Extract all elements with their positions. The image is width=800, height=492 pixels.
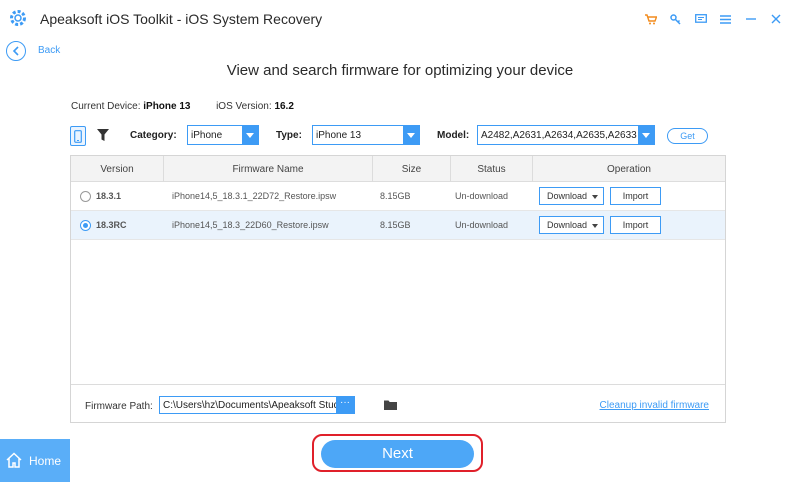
download-label: Download bbox=[547, 220, 588, 230]
row-status: Un-download bbox=[455, 220, 509, 230]
row-version: 18.3.1 bbox=[96, 191, 122, 201]
category-select[interactable]: iPhone bbox=[187, 125, 259, 145]
firmware-path-bar: Firmware Path: C:\Users\hz\Documents\Ape… bbox=[71, 384, 725, 422]
close-icon[interactable] bbox=[763, 10, 788, 28]
column-header-firmware-name: Firmware Name bbox=[232, 164, 304, 175]
ios-version-label: iOS Version: bbox=[216, 101, 272, 112]
chevron-left-icon bbox=[12, 46, 19, 56]
cleanup-invalid-firmware-link[interactable]: Cleanup invalid firmware bbox=[600, 400, 710, 411]
phone-view-button[interactable] bbox=[70, 126, 86, 146]
column-header-size: Size bbox=[401, 164, 422, 175]
home-button[interactable]: Home bbox=[0, 439, 70, 482]
model-label: Model: bbox=[437, 130, 470, 141]
download-button[interactable]: Download bbox=[539, 187, 604, 205]
title-bar: Apeaksoft iOS Toolkit - iOS System Recov… bbox=[0, 0, 800, 38]
download-label: Download bbox=[547, 191, 588, 201]
table-row[interactable]: 18.3.1 iPhone14,5_18.3.1_22D72_Restore.i… bbox=[71, 182, 725, 211]
browse-path-button[interactable]: ··· bbox=[336, 397, 354, 413]
app-gear-icon bbox=[10, 10, 26, 26]
home-icon bbox=[6, 452, 22, 468]
ios-version-value: 16.2 bbox=[274, 101, 294, 112]
back-button[interactable] bbox=[6, 41, 26, 61]
row-radio[interactable] bbox=[80, 220, 91, 231]
row-firmware-name: iPhone14,5_18.3.1_22D72_Restore.ipsw bbox=[172, 191, 337, 201]
window-title: Apeaksoft iOS Toolkit - iOS System Recov… bbox=[40, 11, 323, 27]
firmware-path-label: Firmware Path: bbox=[85, 401, 153, 412]
back-label[interactable]: Back bbox=[38, 45, 60, 56]
column-header-operation: Operation bbox=[607, 164, 651, 175]
current-device-label: Current Device: bbox=[71, 101, 141, 112]
row-radio[interactable] bbox=[80, 191, 91, 202]
model-select[interactable]: A2482,A2631,A2634,A2635,A2633 bbox=[477, 125, 655, 145]
page-title: View and search firmware for optimizing … bbox=[226, 62, 574, 79]
chevron-down-icon bbox=[403, 126, 419, 144]
row-size: 8.15GB bbox=[380, 191, 411, 201]
category-value: iPhone bbox=[191, 130, 223, 141]
firmware-path-value: C:\Users\hz\Documents\Apeaksoft Studio\A bbox=[163, 400, 355, 411]
import-button[interactable]: Import bbox=[610, 216, 661, 234]
chevron-down-icon bbox=[242, 126, 258, 144]
minimize-icon[interactable] bbox=[738, 10, 763, 28]
download-button[interactable]: Download bbox=[539, 216, 604, 234]
table-row[interactable]: 18.3RC iPhone14,5_18.3_22D60_Restore.ips… bbox=[71, 211, 725, 240]
import-button[interactable]: Import bbox=[610, 187, 661, 205]
phone-icon bbox=[74, 129, 82, 143]
folder-icon[interactable] bbox=[384, 399, 397, 410]
category-label: Category: bbox=[130, 130, 177, 141]
device-info: Current Device: iPhone 13 iOS Version: 1… bbox=[71, 101, 294, 112]
row-size: 8.15GB bbox=[380, 220, 411, 230]
firmware-path-input[interactable]: C:\Users\hz\Documents\Apeaksoft Studio\A… bbox=[159, 396, 355, 414]
model-value: A2482,A2631,A2634,A2635,A2633 bbox=[481, 130, 637, 141]
type-select[interactable]: iPhone 13 bbox=[312, 125, 420, 145]
menu-icon[interactable] bbox=[713, 10, 738, 28]
feedback-icon[interactable] bbox=[688, 10, 713, 28]
column-header-status: Status bbox=[477, 164, 506, 175]
current-device-value: iPhone 13 bbox=[143, 101, 191, 112]
caret-down-icon bbox=[592, 195, 598, 199]
key-icon[interactable] bbox=[663, 10, 688, 28]
row-status: Un-download bbox=[455, 191, 509, 201]
type-value: iPhone 13 bbox=[316, 130, 362, 141]
table-header: Version Firmware Name Size Status Operat… bbox=[71, 156, 725, 182]
caret-down-icon bbox=[592, 224, 598, 228]
get-button[interactable]: Get bbox=[667, 128, 708, 144]
column-header-version: Version bbox=[100, 164, 134, 175]
cart-icon[interactable] bbox=[638, 10, 663, 28]
filter-icon[interactable] bbox=[96, 128, 110, 142]
home-label: Home bbox=[29, 454, 62, 468]
next-button[interactable]: Next bbox=[321, 440, 474, 468]
row-version: 18.3RC bbox=[96, 220, 127, 230]
firmware-table: Version Firmware Name Size Status Operat… bbox=[70, 155, 726, 423]
chevron-down-icon bbox=[638, 126, 654, 144]
row-firmware-name: iPhone14,5_18.3_22D60_Restore.ipsw bbox=[172, 220, 329, 230]
type-label: Type: bbox=[276, 130, 302, 141]
